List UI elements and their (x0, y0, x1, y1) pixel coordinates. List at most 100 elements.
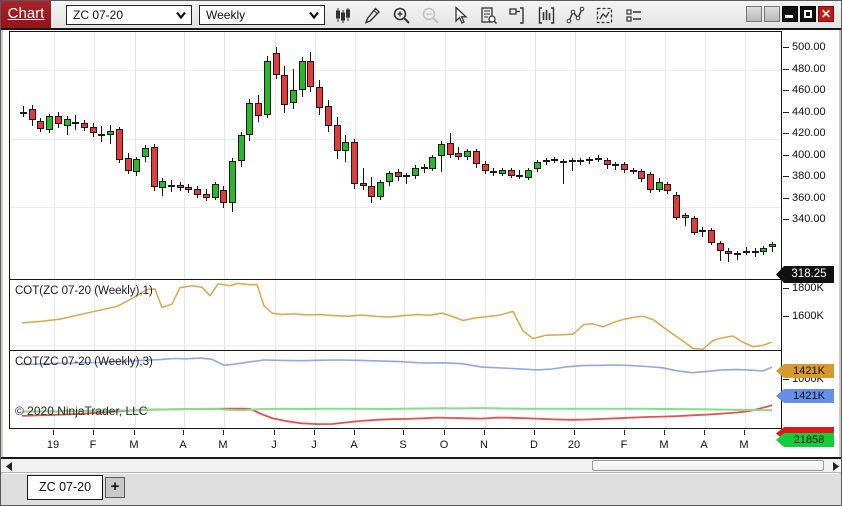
candle-body (125, 158, 132, 171)
candle-body (342, 142, 349, 152)
candle-body (281, 75, 288, 105)
axis-tick (783, 155, 789, 156)
time-axis-tick (403, 430, 404, 435)
candle-body (508, 170, 515, 177)
candle-body (630, 170, 637, 172)
horizontal-scrollbar[interactable] (1, 457, 842, 473)
panel-divider-2[interactable] (10, 350, 782, 351)
time-axis-label: A (689, 439, 719, 451)
data-box-icon[interactable] (478, 4, 498, 26)
candle-body (229, 161, 236, 203)
candle-body (307, 61, 314, 87)
candle-body (673, 195, 680, 219)
axis-tick-label: 1600K (792, 310, 838, 322)
candle-body (299, 61, 306, 90)
candle-body (194, 189, 201, 194)
candle-body (473, 151, 480, 164)
time-axis-label: D (519, 439, 549, 451)
scrollbar-thumb[interactable] (592, 460, 824, 471)
candle-body (64, 119, 71, 126)
candle-body (455, 153, 462, 157)
time-axis-tick (93, 430, 94, 435)
title-bar: Chart ZC 07-20 Weekly (1, 1, 842, 30)
candle-body (212, 184, 219, 198)
candle-body (151, 147, 158, 187)
chart-trader-icon[interactable] (507, 4, 527, 26)
instrument-dropdown-value: ZC 07-20 (73, 8, 123, 22)
candle-body (264, 61, 271, 115)
candle-body (159, 181, 166, 189)
candle-body (142, 148, 149, 157)
time-axis-label: O (429, 439, 459, 451)
candle-body (551, 159, 558, 161)
interval-dropdown-value: Weekly (206, 8, 245, 22)
ninjatrader-watermark: © 2020 NinjaTrader, LLC (15, 404, 147, 418)
price-axis[interactable]: 318.25 1421K 1421K 21858 500.00480.00460… (783, 31, 839, 429)
app-tab-chart[interactable]: Chart (1, 1, 51, 28)
close-button[interactable]: ✕ (818, 6, 834, 22)
pencil-icon[interactable] (362, 4, 382, 26)
chart-style-icon[interactable] (333, 4, 353, 26)
cot-green-value-marker: 21858 (776, 433, 834, 447)
candle-body (403, 175, 410, 177)
interval-dropdown[interactable]: Weekly (199, 5, 325, 25)
panel-divider-1[interactable] (10, 279, 782, 280)
candle-body (752, 251, 759, 253)
indicators-icon[interactable] (623, 4, 643, 26)
time-axis-tick (53, 430, 54, 435)
window-button-blank-2[interactable] (764, 6, 780, 22)
instrument-dropdown[interactable]: ZC 07-20 (66, 5, 192, 25)
minimize-button[interactable] (782, 6, 798, 22)
time-axis-label: F (609, 439, 639, 451)
chart-plot-area[interactable]: COT(ZC 07-20 (Weekly),1) COT(ZC 07-20 (W… (9, 31, 782, 429)
tab-zc-07-20[interactable]: ZC 07-20 (27, 475, 103, 500)
window-button-blank-1[interactable] (746, 6, 762, 22)
time-axis-tick (744, 430, 745, 435)
line-tool-icon[interactable] (565, 4, 585, 26)
candle-body (368, 186, 375, 197)
candle-body (412, 168, 419, 177)
candle-body (238, 135, 245, 161)
axis-tick-label: 500.00 (792, 41, 838, 53)
candle-body (499, 170, 506, 174)
time-axis-label: J (259, 439, 289, 451)
axis-tick (783, 288, 789, 289)
add-tab-button[interactable]: + (105, 477, 125, 498)
strategy-icon[interactable] (594, 4, 614, 26)
candle-body (560, 161, 567, 163)
candle-body (20, 112, 27, 114)
candle-body (98, 134, 105, 136)
candle-body (246, 103, 253, 135)
candle-body (604, 160, 611, 165)
zoom-in-icon[interactable] (391, 4, 411, 26)
candle-body (612, 164, 619, 166)
maximize-button[interactable] (800, 6, 816, 22)
scroll-right-icon[interactable] (830, 461, 841, 472)
candle-body (447, 143, 454, 155)
scroll-left-icon[interactable] (3, 461, 14, 472)
candle-body (29, 109, 36, 120)
axis-tick (783, 219, 789, 220)
zoom-out-icon[interactable] (420, 4, 440, 26)
candle-body (482, 164, 489, 171)
time-axis-label: M (119, 439, 149, 451)
candle-body (525, 170, 532, 179)
cursor-icon[interactable] (449, 4, 469, 26)
data-series-icon[interactable] (536, 4, 556, 26)
time-axis-label: A (339, 439, 369, 451)
toolbar (333, 4, 643, 26)
maximize-icon (804, 10, 812, 18)
candle-body (290, 90, 297, 103)
time-axis-tick (664, 430, 665, 435)
time-axis-label: J (299, 439, 329, 451)
time-axis-tick (183, 430, 184, 435)
candle-body (490, 171, 497, 173)
last-price-marker: 318.25 (776, 266, 834, 283)
axis-tick (783, 379, 789, 380)
time-axis[interactable]: 19FMAMJJASOND20FMAM (9, 430, 839, 456)
candle-body (534, 162, 541, 169)
candle-body (569, 160, 576, 162)
axis-tick (783, 69, 789, 70)
axis-tick-label: 360.00 (792, 192, 838, 204)
candle-body (656, 182, 663, 191)
